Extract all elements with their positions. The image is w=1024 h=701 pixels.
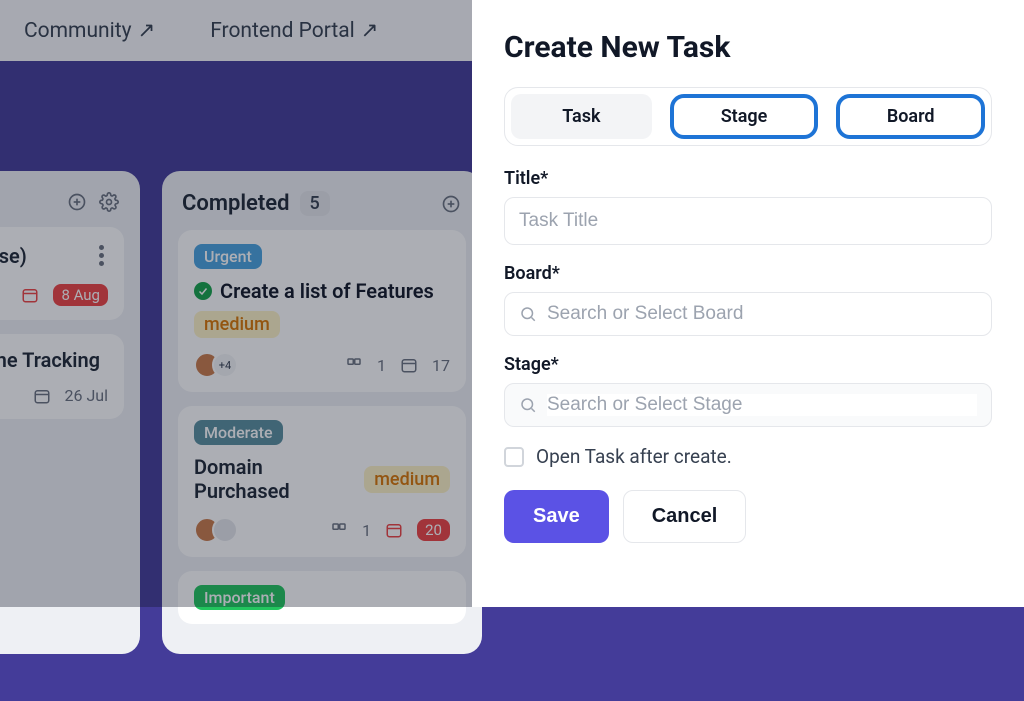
tab-stage[interactable]: Stage: [670, 94, 819, 139]
search-icon: [519, 396, 537, 414]
save-button[interactable]: Save: [504, 490, 609, 543]
search-icon: [519, 305, 537, 323]
cancel-button[interactable]: Cancel: [623, 490, 747, 543]
stage-select-input[interactable]: [547, 394, 977, 416]
title-input[interactable]: [504, 197, 992, 245]
open-after-label: Open Task after create.: [536, 445, 732, 468]
board-select[interactable]: [504, 292, 992, 336]
create-task-panel: Create New Task Task Stage Board Title* …: [472, 0, 1024, 607]
title-label: Title*: [504, 168, 992, 189]
checkbox[interactable]: [504, 447, 524, 467]
board-select-input[interactable]: [547, 303, 977, 325]
panel-heading: Create New Task: [504, 30, 992, 65]
stage-select[interactable]: [504, 383, 992, 427]
type-segmented-control: Task Stage Board: [504, 87, 992, 146]
board-label: Board*: [504, 263, 992, 284]
tab-task[interactable]: Task: [511, 94, 652, 139]
stage-label: Stage*: [504, 354, 992, 375]
open-after-row[interactable]: Open Task after create.: [504, 445, 992, 468]
tab-board[interactable]: Board: [836, 94, 985, 139]
